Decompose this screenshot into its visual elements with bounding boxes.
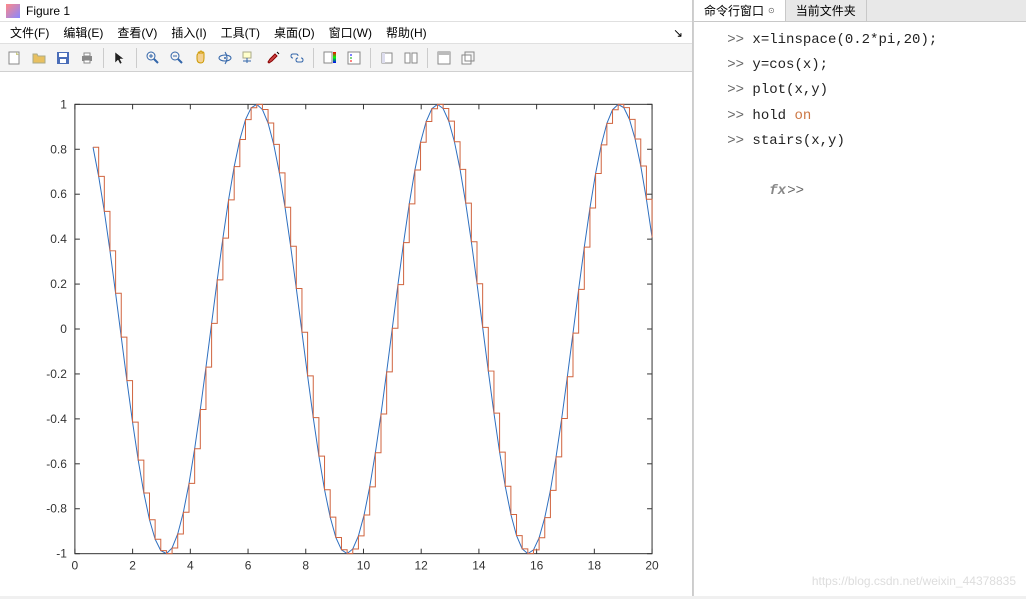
svg-text:0.2: 0.2: [50, 277, 67, 291]
svg-text:-0.8: -0.8: [46, 502, 67, 516]
svg-text:-1: -1: [56, 547, 67, 561]
svg-text:20: 20: [645, 559, 659, 573]
tab-label: 命令行窗口: [704, 2, 764, 19]
watermark: https://blog.csdn.net/weixin_44378835: [812, 574, 1016, 588]
save-icon[interactable]: [52, 47, 74, 69]
toolbar-separator: [103, 48, 104, 68]
panel-tabs: 命令行窗口 ⊙ 当前文件夹: [694, 0, 1026, 22]
svg-text:0: 0: [60, 322, 67, 336]
print-icon[interactable]: [76, 47, 98, 69]
undock-icon[interactable]: [457, 47, 479, 69]
menu-view[interactable]: 查看(V): [111, 22, 163, 43]
svg-text:0.6: 0.6: [50, 187, 67, 201]
menubar: 文件(F) 编辑(E) 查看(V) 插入(I) 工具(T) 桌面(D) 窗口(W…: [0, 22, 692, 44]
figure-titlebar: Figure 1: [0, 0, 692, 22]
fx-icon: fx: [769, 179, 787, 204]
zoom-in-icon[interactable]: [142, 47, 164, 69]
svg-text:0.8: 0.8: [50, 142, 67, 156]
svg-text:2: 2: [129, 559, 136, 573]
figure-window: Figure 1 文件(F) 编辑(E) 查看(V) 插入(I) 工具(T) 桌…: [0, 0, 693, 596]
figure-title: Figure 1: [26, 4, 70, 18]
hide-tools-icon[interactable]: [376, 47, 398, 69]
menu-desktop[interactable]: 桌面(D): [268, 22, 321, 43]
figure-icon: [6, 4, 20, 18]
toolbar-separator: [427, 48, 428, 68]
menu-edit[interactable]: 编辑(E): [57, 22, 109, 43]
tab-label: 当前文件夹: [796, 2, 856, 19]
svg-text:16: 16: [530, 559, 544, 573]
svg-text:12: 12: [415, 559, 429, 573]
rotate3d-icon[interactable]: [214, 47, 236, 69]
command-line: >> hold on: [702, 104, 1018, 129]
zoom-out-icon[interactable]: [166, 47, 188, 69]
menu-window[interactable]: 窗口(W): [323, 22, 378, 43]
pointer-icon[interactable]: [109, 47, 131, 69]
command-line: >> stairs(x,y): [702, 129, 1018, 154]
menu-insert[interactable]: 插入(I): [165, 22, 212, 43]
menu-help[interactable]: 帮助(H): [380, 22, 433, 43]
dock-icon[interactable]: [433, 47, 455, 69]
link-icon[interactable]: [286, 47, 308, 69]
menu-restore-icon[interactable]: ↘: [668, 26, 688, 40]
toolbar: [0, 44, 692, 72]
pan-icon[interactable]: [190, 47, 212, 69]
colorbar-icon[interactable]: [319, 47, 341, 69]
command-line: >> x=linspace(0.2*pi,20);: [702, 28, 1018, 53]
menu-file[interactable]: 文件(F): [4, 22, 55, 43]
tab-command-window[interactable]: 命令行窗口 ⊙: [694, 0, 786, 21]
tab-current-folder[interactable]: 当前文件夹: [786, 0, 867, 21]
command-window[interactable]: >> x=linspace(0.2*pi,20); >> y=cos(x); >…: [694, 22, 1026, 596]
svg-text:4: 4: [187, 559, 194, 573]
right-panel: 命令行窗口 ⊙ 当前文件夹 >> x=linspace(0.2*pi,20); …: [693, 0, 1026, 596]
command-line: >> plot(x,y): [702, 78, 1018, 103]
toolbar-separator: [313, 48, 314, 68]
svg-text:6: 6: [245, 559, 252, 573]
axes[interactable]: 0 2 4 6 8 10 12 14 16 18 20 -1 -0.8 -0.6 -0.4 -0.2 0 0.2 0…: [0, 72, 692, 596]
svg-text:0.4: 0.4: [50, 232, 67, 246]
svg-text:1: 1: [60, 97, 67, 111]
toolbar-separator: [136, 48, 137, 68]
svg-text:10: 10: [357, 559, 371, 573]
command-line: >> y=cos(x);: [702, 53, 1018, 78]
svg-text:0: 0: [72, 559, 79, 573]
command-prompt-line: fx>>: [702, 154, 1018, 230]
svg-text:14: 14: [472, 559, 486, 573]
svg-text:18: 18: [588, 559, 602, 573]
toolbar-separator: [370, 48, 371, 68]
menu-tools[interactable]: 工具(T): [215, 22, 266, 43]
dropdown-icon: ⊙: [768, 6, 775, 15]
brush-icon[interactable]: [262, 47, 284, 69]
svg-text:-0.4: -0.4: [46, 412, 67, 426]
new-figure-icon[interactable]: [4, 47, 26, 69]
plot-canvas: 0 2 4 6 8 10 12 14 16 18 20 -1 -0.8 -0.6 -0.4 -0.2 0 0.2 0…: [0, 72, 692, 596]
svg-text:-0.2: -0.2: [46, 367, 67, 381]
datacursor-icon[interactable]: [238, 47, 260, 69]
open-icon[interactable]: [28, 47, 50, 69]
svg-text:-0.6: -0.6: [46, 457, 67, 471]
legend-icon[interactable]: [343, 47, 365, 69]
prompt: >>: [787, 183, 804, 199]
show-tools-icon[interactable]: [400, 47, 422, 69]
svg-text:8: 8: [302, 559, 309, 573]
